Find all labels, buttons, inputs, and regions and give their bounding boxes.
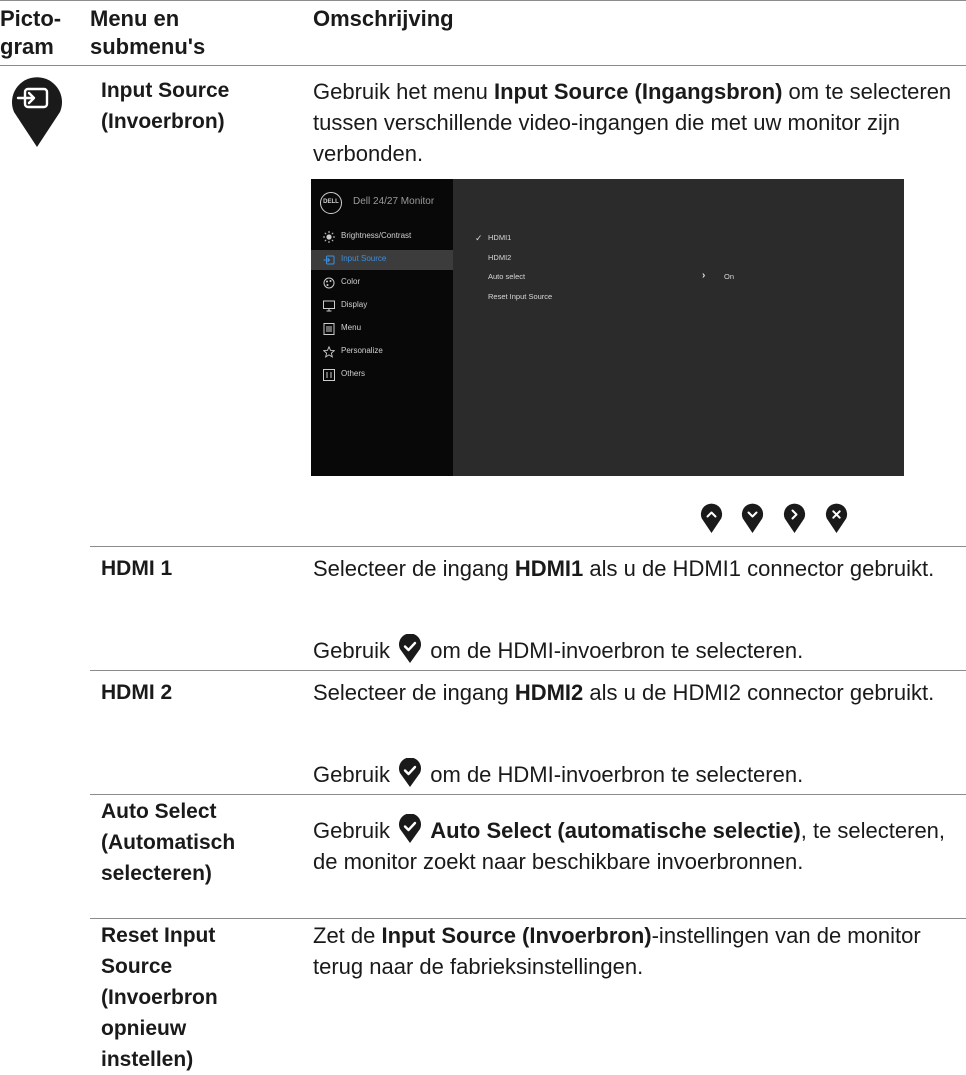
osd-item-label: Color [341, 277, 361, 286]
use-post: om de HDMI-invoerbron te selecteren. [424, 762, 804, 787]
osd-item-others: Others [311, 365, 453, 385]
rule-header [0, 65, 966, 66]
input-source-icon [12, 77, 62, 147]
term-reset-line2: Source [101, 955, 173, 978]
up-icon[interactable] [700, 503, 723, 534]
osd-sub-hdmi2: HDMI2 [488, 253, 512, 262]
osd-item-label: Personalize [341, 346, 383, 355]
desc-reset-pre: Zet de [313, 923, 382, 948]
term-input-source-line2: (Invoerbron) [101, 110, 225, 133]
desc-hdmi2-pre: Selecteer de ingang [313, 680, 515, 705]
display-icon [323, 300, 335, 312]
header-pictogram-line1: Picto- [0, 6, 62, 31]
osd-item-color: Color [311, 273, 453, 293]
input-source-icon [323, 255, 335, 265]
desc-hdmi2-bold: HDMI2 [514, 680, 584, 705]
header-pictogram: Picto- gram [0, 5, 90, 61]
term-reset-line3: (Invoerbron [101, 986, 218, 1009]
brightness-icon [323, 231, 335, 243]
header-pictogram-line2: gram [0, 34, 54, 59]
desc-hdmi2-post: als u de HDMI2 connector gebruikt. [583, 680, 935, 705]
dell-logo: DELL [320, 192, 342, 214]
term-auto-select-line1: Auto Select [101, 800, 217, 823]
rule-section [90, 546, 966, 547]
down-icon[interactable] [741, 503, 764, 534]
osd-item-label: Menu [341, 323, 362, 332]
desc-reset-input-source: Zet de Input Source (Invoerbron)-instell… [313, 920, 953, 982]
osd-sub-hdmi1: HDMI1 [488, 233, 512, 242]
osd-item-label: Input Source [341, 254, 387, 263]
header-menu-line2: submenu's [90, 34, 206, 59]
desc-reset-bold: Input Source (Invoerbron) [381, 923, 652, 948]
term-reset-line4: opnieuw [101, 1017, 187, 1040]
desc-hdmi2-use: Gebruik om de HDMI-invoerbron te selecte… [313, 758, 803, 790]
term-auto-select: Auto Select (Automatisch selecteren) [101, 796, 301, 889]
osd-sidebar: DELL Dell 24/27 Monitor Brightness/Contr… [311, 179, 453, 476]
desc-hdmi1-bold: HDMI1 [514, 556, 584, 581]
desc-hdmi1-post: als u de HDMI1 connector gebruikt. [583, 556, 935, 581]
desc-hdmi1-pre: Selecteer de ingang [313, 556, 515, 581]
rule-top [0, 0, 966, 1]
osd-item-label: Brightness/Contrast [341, 231, 412, 240]
osd-item-personalize: Personalize [311, 342, 453, 362]
rule-hdmi1 [90, 670, 966, 671]
desc-input-source-bold: Input Source (Ingangsbron) [493, 79, 783, 104]
desc-auto-pre: Gebruik [313, 818, 397, 843]
desc-hdmi2: Selecteer de ingang HDMI2 als u de HDMI2… [313, 677, 953, 708]
header-menu-line1: Menu en [90, 6, 180, 31]
osd-screenshot: DELL Dell 24/27 Monitor Brightness/Contr… [311, 179, 904, 476]
menu-icon [323, 323, 335, 335]
term-auto-select-line2: (Automatisch [101, 831, 236, 854]
header-menu: Menu en submenu's [90, 5, 290, 61]
osd-item-brightness: Brightness/Contrast [311, 227, 453, 247]
check-icon [399, 758, 422, 787]
use-pre: Gebruik [313, 638, 397, 663]
osd-item-display: Display [311, 296, 453, 316]
osd-item-label: Display [341, 300, 368, 309]
check-icon: ✓ [475, 233, 483, 243]
desc-hdmi1-use: Gebruik om de HDMI-invoerbron te selecte… [313, 634, 803, 666]
others-icon [323, 369, 335, 381]
chevron-right-icon: › [702, 270, 706, 281]
rule-auto [90, 918, 966, 919]
osd-item-label: Others [341, 369, 366, 378]
close-icon[interactable] [825, 503, 848, 534]
color-icon [323, 277, 335, 289]
star-icon [323, 346, 335, 358]
term-input-source: Input Source (Invoerbron) [101, 75, 301, 137]
term-input-source-line1: Input Source [101, 79, 230, 102]
term-hdmi2: HDMI 2 [101, 681, 173, 704]
desc-hdmi1: Selecteer de ingang HDMI1 als u de HDMI1… [313, 553, 953, 584]
check-icon [399, 634, 422, 663]
term-auto-select-line3: selecteren) [101, 862, 212, 885]
desc-input-source-pre: Gebruik het menu [313, 79, 494, 104]
term-reset-line5: instellen) [101, 1048, 194, 1071]
check-icon [399, 814, 422, 843]
osd-item-menu: Menu [311, 319, 453, 339]
osd-sub-reset: Reset Input Source [488, 292, 553, 301]
term-reset-input-source: Reset Input Source (Invoerbron opnieuw i… [101, 920, 301, 1075]
desc-auto-bold: Auto Select (automatische selectie) [430, 818, 801, 843]
term-hdmi1: HDMI 1 [101, 557, 173, 580]
osd-item-input-source: Input Source [311, 250, 453, 270]
term-reset-line1: Reset Input [101, 924, 216, 947]
desc-auto-select: Gebruik Auto Select (automatische select… [313, 814, 958, 877]
use-post: om de HDMI-invoerbron te selecteren. [424, 638, 804, 663]
osd-auto-select-value: On [724, 272, 735, 281]
rule-hdmi2 [90, 794, 966, 795]
osd-title: Dell 24/27 Monitor [353, 196, 435, 207]
header-description: Omschrijving [313, 6, 454, 31]
right-icon[interactable] [783, 503, 806, 534]
desc-input-source: Gebruik het menu Input Source (Ingangsbr… [313, 76, 953, 169]
use-pre: Gebruik [313, 762, 397, 787]
osd-sub-auto-select: Auto select [488, 272, 526, 281]
